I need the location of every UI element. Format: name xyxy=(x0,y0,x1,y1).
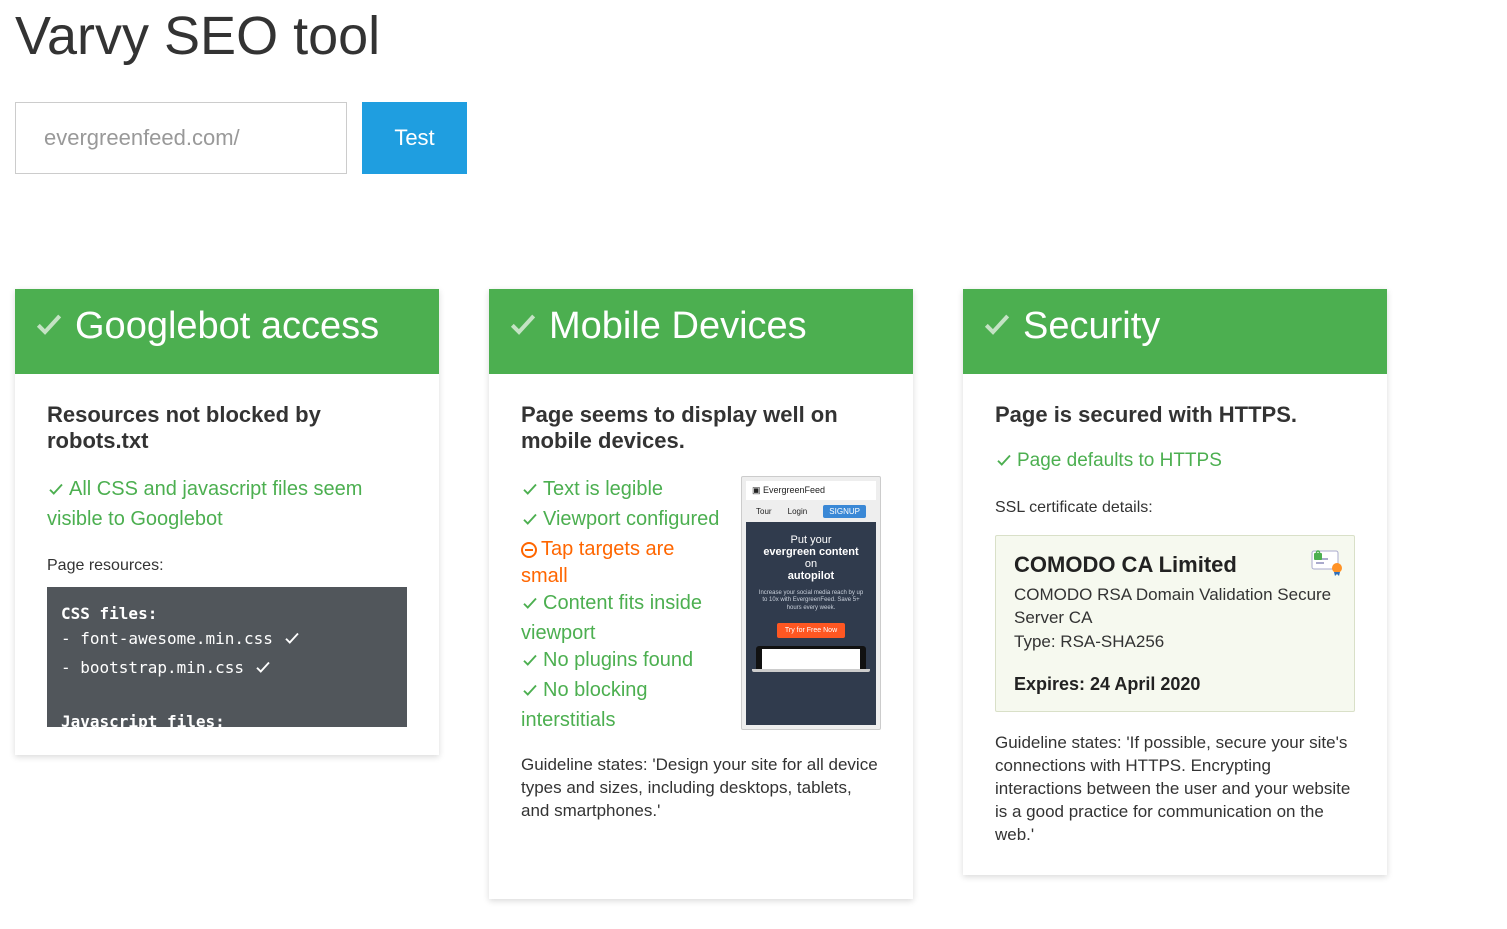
phone-brand: ▣ EvergreenFeed xyxy=(746,481,876,501)
mobile-checks: Text is legibleViewport configuredTap ta… xyxy=(521,476,723,734)
card-header-mobile: Mobile Devices xyxy=(489,289,913,374)
ssl-label: SSL certificate details: xyxy=(995,499,1355,517)
check-icon xyxy=(521,479,539,506)
check-icon xyxy=(254,658,272,684)
ssl-certificate-box: COMODO CA Limited COMODO RSA Domain Vali… xyxy=(995,535,1355,712)
code-header: Javascript files: xyxy=(61,709,393,727)
mobile-check-item: No blocking interstitials xyxy=(521,677,723,734)
mobile-check-item: No plugins found xyxy=(521,647,723,677)
phone-laptop-graphic xyxy=(756,646,866,672)
googlebot-check-line: All CSS and javascript files seem visibl… xyxy=(47,476,407,533)
code-line: - font-awesome.min.css xyxy=(61,626,393,655)
ssl-type: Type: RSA-SHA256 xyxy=(1014,630,1336,654)
mobile-check-item: Content fits inside viewport xyxy=(521,590,723,647)
check-icon xyxy=(283,629,301,655)
resources-label: Page resources: xyxy=(47,557,407,575)
search-row: Test xyxy=(15,102,1492,174)
googlebot-subhead: Resources not blocked by robots.txt xyxy=(47,402,407,454)
check-text: All CSS and javascript files seem visibl… xyxy=(47,478,362,530)
ssl-issuer: COMODO CA Limited xyxy=(1014,552,1336,578)
card-title: Security xyxy=(1023,305,1160,347)
phone-cta: Try for Free Now xyxy=(777,623,845,638)
result-cards: Googlebot access Resources not blocked b… xyxy=(15,289,1492,899)
mobile-check-item: Tap targets are small xyxy=(521,536,723,590)
security-subhead: Page is secured with HTTPS. xyxy=(995,402,1355,428)
test-button[interactable]: Test xyxy=(362,102,467,174)
check-icon xyxy=(995,451,1013,475)
ssl-expires: Expires: 24 April 2020 xyxy=(1014,674,1336,695)
code-line: - bootstrap.min.css xyxy=(61,655,393,684)
card-googlebot: Googlebot access Resources not blocked b… xyxy=(15,289,439,755)
card-title: Mobile Devices xyxy=(549,305,807,347)
warning-icon xyxy=(521,542,537,558)
check-icon xyxy=(521,593,539,620)
check-icon xyxy=(521,650,539,677)
page-title: Varvy SEO tool xyxy=(15,5,1492,67)
certificate-icon xyxy=(1308,548,1342,581)
phone-nav-signup: SIGNUP xyxy=(823,505,866,518)
mobile-guideline: Guideline states: 'Design your site for … xyxy=(521,754,881,823)
phone-hero: Put your evergreen content on autopilot … xyxy=(746,522,876,725)
check-icon xyxy=(507,307,539,351)
mobile-subhead: Page seems to display well on mobile dev… xyxy=(521,402,881,454)
card-title: Googlebot access xyxy=(75,305,379,347)
phone-nav: Tour Login SIGNUP xyxy=(746,501,876,522)
card-mobile: Mobile Devices Page seems to display wel… xyxy=(489,289,913,899)
security-guideline: Guideline states: 'If possible, secure y… xyxy=(995,732,1355,847)
phone-nav-item: Tour xyxy=(756,507,772,516)
check-text: Page defaults to HTTPS xyxy=(1017,450,1222,471)
check-icon xyxy=(47,479,65,506)
code-header: CSS files: xyxy=(61,601,393,627)
security-check-line: Page defaults to HTTPS xyxy=(995,450,1355,475)
card-header-googlebot: Googlebot access xyxy=(15,289,439,374)
ssl-full-name: COMODO RSA Domain Validation Secure Serv… xyxy=(1014,583,1336,631)
card-security: Security Page is secured with HTTPS. Pag… xyxy=(963,289,1387,875)
check-icon xyxy=(521,509,539,536)
mobile-check-item: Viewport configured xyxy=(521,506,723,536)
resources-code-box[interactable]: CSS files: - font-awesome.min.css - boot… xyxy=(47,587,407,727)
phone-nav-item: Login xyxy=(788,507,808,516)
url-input[interactable] xyxy=(15,102,347,174)
check-icon xyxy=(521,680,539,707)
card-header-security: Security xyxy=(963,289,1387,374)
check-icon xyxy=(33,307,65,351)
mobile-check-item: Text is legible xyxy=(521,476,723,506)
check-icon xyxy=(981,307,1013,351)
phone-preview: ▣ EvergreenFeed Tour Login SIGNUP Put yo… xyxy=(741,476,881,730)
